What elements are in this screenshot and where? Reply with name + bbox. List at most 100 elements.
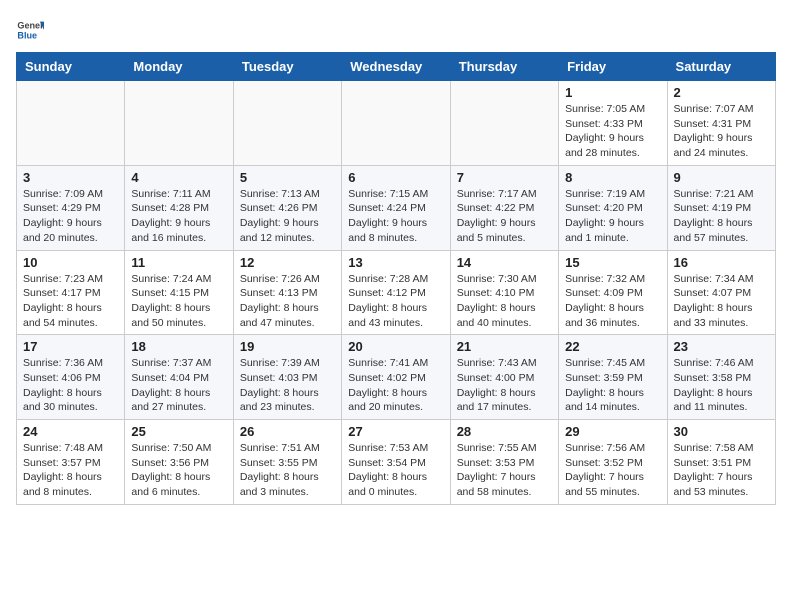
- day-info: Sunrise: 7:09 AM Sunset: 4:29 PM Dayligh…: [23, 187, 118, 246]
- day-info: Sunrise: 7:19 AM Sunset: 4:20 PM Dayligh…: [565, 187, 660, 246]
- day-info: Sunrise: 7:11 AM Sunset: 4:28 PM Dayligh…: [131, 187, 226, 246]
- day-info: Sunrise: 7:30 AM Sunset: 4:10 PM Dayligh…: [457, 272, 552, 331]
- calendar-week-row: 17 Sunrise: 7:36 AM Sunset: 4:06 PM Dayli…: [17, 335, 776, 420]
- day-number: 24: [23, 424, 118, 439]
- calendar-day-cell: [233, 81, 341, 166]
- day-info: Sunrise: 7:45 AM Sunset: 3:59 PM Dayligh…: [565, 356, 660, 415]
- day-number: 3: [23, 170, 118, 185]
- calendar-day-cell: 25Sunrise: 7:50 AM Sunset: 3:56 PM Dayli…: [125, 420, 233, 505]
- day-info: Sunrise: 7:21 AM Sunset: 4:19 PM Dayligh…: [674, 187, 769, 246]
- day-info: Sunrise: 7:53 AM Sunset: 3:54 PM Dayligh…: [348, 441, 443, 500]
- calendar-day-cell: 24 Sunrise: 7:48 AM Sunset: 3:57 PM Dayli…: [17, 420, 125, 505]
- day-info: Sunrise: 7:58 AM Sunset: 3:51 PM Dayligh…: [674, 441, 769, 500]
- calendar-day-cell: 30 Sunrise: 7:58 AM Sunset: 3:51 PM Dayli…: [667, 420, 775, 505]
- calendar-day-cell: 10 Sunrise: 7:23 AM Sunset: 4:17 PM Dayli…: [17, 250, 125, 335]
- day-number: 23: [674, 339, 769, 354]
- day-number: 28: [457, 424, 552, 439]
- svg-text:General: General: [17, 21, 44, 31]
- calendar-day-cell: 11 Sunrise: 7:24 AM Sunset: 4:15 PM Dayli…: [125, 250, 233, 335]
- calendar-day-cell: 4Sunrise: 7:11 AM Sunset: 4:28 PM Daylig…: [125, 165, 233, 250]
- calendar-day-cell: 22Sunrise: 7:45 AM Sunset: 3:59 PM Dayli…: [559, 335, 667, 420]
- calendar-day-cell: 19 Sunrise: 7:39 AM Sunset: 4:03 PM Dayli…: [233, 335, 341, 420]
- calendar-day-cell: [342, 81, 450, 166]
- day-info: Sunrise: 7:55 AM Sunset: 3:53 PM Dayligh…: [457, 441, 552, 500]
- day-number: 26: [240, 424, 335, 439]
- day-number: 8: [565, 170, 660, 185]
- calendar-day-cell: 17 Sunrise: 7:36 AM Sunset: 4:06 PM Dayli…: [17, 335, 125, 420]
- calendar-header-row: SundayMondayTuesdayWednesdayThursdayFrid…: [17, 53, 776, 81]
- calendar-day-cell: [17, 81, 125, 166]
- calendar-day-cell: 23 Sunrise: 7:46 AM Sunset: 3:58 PM Dayli…: [667, 335, 775, 420]
- day-info: Sunrise: 7:46 AM Sunset: 3:58 PM Dayligh…: [674, 356, 769, 415]
- calendar-day-cell: 14 Sunrise: 7:30 AM Sunset: 4:10 PM Dayli…: [450, 250, 558, 335]
- header: General Blue: [16, 16, 776, 44]
- day-info: Sunrise: 7:15 AM Sunset: 4:24 PM Dayligh…: [348, 187, 443, 246]
- day-number: 17: [23, 339, 118, 354]
- calendar-week-row: 24 Sunrise: 7:48 AM Sunset: 3:57 PM Dayli…: [17, 420, 776, 505]
- day-number: 15: [565, 255, 660, 270]
- calendar-day-cell: 5Sunrise: 7:13 AM Sunset: 4:26 PM Daylig…: [233, 165, 341, 250]
- calendar-week-row: 10 Sunrise: 7:23 AM Sunset: 4:17 PM Dayli…: [17, 250, 776, 335]
- day-number: 29: [565, 424, 660, 439]
- day-info: Sunrise: 7:50 AM Sunset: 3:56 PM Dayligh…: [131, 441, 226, 500]
- weekday-header-thursday: Thursday: [450, 53, 558, 81]
- logo-icon: General Blue: [16, 16, 44, 44]
- day-number: 7: [457, 170, 552, 185]
- calendar-day-cell: 18 Sunrise: 7:37 AM Sunset: 4:04 PM Dayli…: [125, 335, 233, 420]
- day-number: 2: [674, 85, 769, 100]
- calendar-day-cell: 21 Sunrise: 7:43 AM Sunset: 4:00 PM Dayli…: [450, 335, 558, 420]
- day-info: Sunrise: 7:34 AM Sunset: 4:07 PM Dayligh…: [674, 272, 769, 331]
- day-number: 11: [131, 255, 226, 270]
- calendar-week-row: 3 Sunrise: 7:09 AM Sunset: 4:29 PM Daylig…: [17, 165, 776, 250]
- day-info: Sunrise: 7:36 AM Sunset: 4:06 PM Dayligh…: [23, 356, 118, 415]
- calendar-day-cell: 7 Sunrise: 7:17 AM Sunset: 4:22 PM Daylig…: [450, 165, 558, 250]
- day-info: Sunrise: 7:17 AM Sunset: 4:22 PM Dayligh…: [457, 187, 552, 246]
- day-info: Sunrise: 7:24 AM Sunset: 4:15 PM Dayligh…: [131, 272, 226, 331]
- calendar-day-cell: [125, 81, 233, 166]
- calendar-day-cell: 8 Sunrise: 7:19 AM Sunset: 4:20 PM Daylig…: [559, 165, 667, 250]
- day-number: 16: [674, 255, 769, 270]
- weekday-header-wednesday: Wednesday: [342, 53, 450, 81]
- day-info: Sunrise: 7:05 AM Sunset: 4:33 PM Dayligh…: [565, 102, 660, 161]
- day-number: 18: [131, 339, 226, 354]
- day-info: Sunrise: 7:48 AM Sunset: 3:57 PM Dayligh…: [23, 441, 118, 500]
- svg-text:Blue: Blue: [17, 30, 37, 40]
- calendar-day-cell: [450, 81, 558, 166]
- calendar-day-cell: 28 Sunrise: 7:55 AM Sunset: 3:53 PM Dayli…: [450, 420, 558, 505]
- day-info: Sunrise: 7:41 AM Sunset: 4:02 PM Dayligh…: [348, 356, 443, 415]
- day-info: Sunrise: 7:26 AM Sunset: 4:13 PM Dayligh…: [240, 272, 335, 331]
- day-number: 13: [348, 255, 443, 270]
- calendar-day-cell: 27Sunrise: 7:53 AM Sunset: 3:54 PM Dayli…: [342, 420, 450, 505]
- calendar-day-cell: 1Sunrise: 7:05 AM Sunset: 4:33 PM Daylig…: [559, 81, 667, 166]
- day-number: 19: [240, 339, 335, 354]
- calendar-day-cell: 20 Sunrise: 7:41 AM Sunset: 4:02 PM Dayli…: [342, 335, 450, 420]
- day-info: Sunrise: 7:51 AM Sunset: 3:55 PM Dayligh…: [240, 441, 335, 500]
- weekday-header-tuesday: Tuesday: [233, 53, 341, 81]
- day-number: 12: [240, 255, 335, 270]
- day-info: Sunrise: 7:43 AM Sunset: 4:00 PM Dayligh…: [457, 356, 552, 415]
- day-number: 30: [674, 424, 769, 439]
- calendar-day-cell: 13 Sunrise: 7:28 AM Sunset: 4:12 PM Dayli…: [342, 250, 450, 335]
- calendar-day-cell: 3 Sunrise: 7:09 AM Sunset: 4:29 PM Daylig…: [17, 165, 125, 250]
- day-info: Sunrise: 7:39 AM Sunset: 4:03 PM Dayligh…: [240, 356, 335, 415]
- calendar-day-cell: 26 Sunrise: 7:51 AM Sunset: 3:55 PM Dayli…: [233, 420, 341, 505]
- day-number: 5: [240, 170, 335, 185]
- day-number: 10: [23, 255, 118, 270]
- calendar-day-cell: 12 Sunrise: 7:26 AM Sunset: 4:13 PM Dayli…: [233, 250, 341, 335]
- calendar-week-row: 1Sunrise: 7:05 AM Sunset: 4:33 PM Daylig…: [17, 81, 776, 166]
- day-number: 6: [348, 170, 443, 185]
- calendar-day-cell: 6 Sunrise: 7:15 AM Sunset: 4:24 PM Daylig…: [342, 165, 450, 250]
- logo: General Blue: [16, 16, 48, 44]
- day-info: Sunrise: 7:37 AM Sunset: 4:04 PM Dayligh…: [131, 356, 226, 415]
- day-info: Sunrise: 7:32 AM Sunset: 4:09 PM Dayligh…: [565, 272, 660, 331]
- day-number: 21: [457, 339, 552, 354]
- calendar-day-cell: 16 Sunrise: 7:34 AM Sunset: 4:07 PM Dayli…: [667, 250, 775, 335]
- day-info: Sunrise: 7:56 AM Sunset: 3:52 PM Dayligh…: [565, 441, 660, 500]
- day-info: Sunrise: 7:23 AM Sunset: 4:17 PM Dayligh…: [23, 272, 118, 331]
- weekday-header-sunday: Sunday: [17, 53, 125, 81]
- calendar-table: SundayMondayTuesdayWednesdayThursdayFrid…: [16, 52, 776, 505]
- day-number: 14: [457, 255, 552, 270]
- day-info: Sunrise: 7:28 AM Sunset: 4:12 PM Dayligh…: [348, 272, 443, 331]
- calendar-day-cell: 2Sunrise: 7:07 AM Sunset: 4:31 PM Daylig…: [667, 81, 775, 166]
- day-number: 20: [348, 339, 443, 354]
